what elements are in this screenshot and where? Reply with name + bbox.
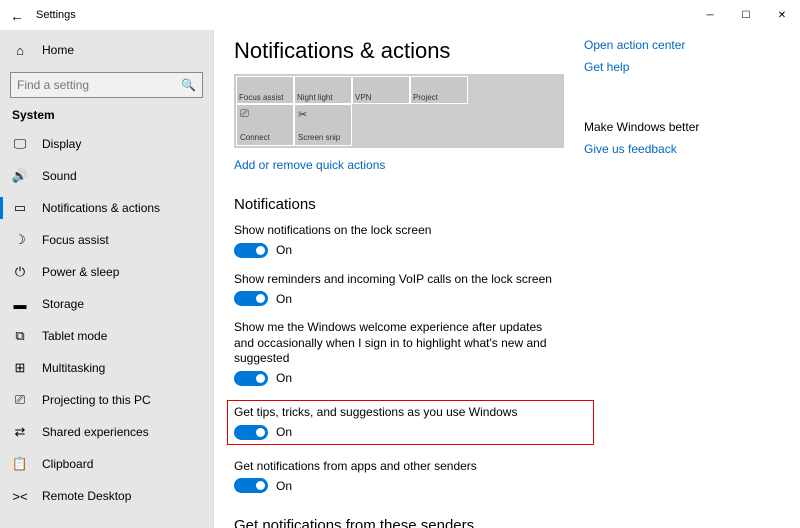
aside-header: Make Windows better [584,120,754,134]
projecting-icon: ⎚ [12,392,28,408]
qa-tile[interactable]: Focus assist [236,76,294,104]
qa-tile[interactable]: Night light [294,76,352,104]
opt-tips-tricks: Get tips, tricks, and suggestions as you… [227,400,594,445]
remote-desktop-icon: >< [12,489,28,504]
opt-label: Get notifications from apps and other se… [234,459,564,475]
close-button[interactable]: ✕ [764,0,800,30]
focus-assist-icon: ☽ [12,232,28,248]
nav-label: Focus assist [42,233,109,247]
main-column: Notifications & actions Focus assist Nig… [214,30,584,528]
nav-storage[interactable]: ▬ Storage [0,288,213,320]
nav-sound[interactable]: 🔊 Sound [0,160,213,192]
sound-icon: 🔊 [12,168,28,184]
nav-power-sleep[interactable]: ⏻ Power & sleep [0,256,213,288]
toggle-state: On [276,371,292,385]
nav-label: Power & sleep [42,265,119,279]
toggle-state: On [276,425,292,439]
nav-label: Shared experiences [42,425,149,439]
nav-label: Storage [42,297,84,311]
nav-projecting[interactable]: ⎚ Projecting to this PC [0,384,213,416]
display-icon: 🖵 [12,136,28,152]
minimize-button[interactable]: ─ [692,0,728,30]
aside: Open action center Get help Make Windows… [584,30,764,528]
link-action-center[interactable]: Open action center [584,38,754,52]
opt-lock-screen-notif: Show notifications on the lock screen On [234,223,564,258]
toggle[interactable] [234,291,268,306]
opt-label: Get tips, tricks, and suggestions as you… [234,405,587,421]
notifications-icon: ▭ [12,200,28,216]
nav-label: Notifications & actions [42,201,160,215]
tablet-icon: ⧉ [12,328,28,344]
nav-tablet-mode[interactable]: ⧉ Tablet mode [0,320,213,352]
opt-label: Show reminders and incoming VoIP calls o… [234,272,564,288]
toggle-state: On [276,479,292,493]
nav-multitasking[interactable]: ⊞ Multitasking [0,352,213,384]
clipboard-icon: 📋 [12,456,28,472]
maximize-button[interactable]: ☐ [728,0,764,30]
toggle-state: On [276,292,292,306]
back-button[interactable]: ← [10,7,30,24]
search-input[interactable] [17,78,181,92]
opt-label: Show me the Windows welcome experience a… [234,320,564,367]
window-title: Settings [36,9,76,21]
link-get-help[interactable]: Get help [584,60,754,74]
nav-label: Display [42,137,81,151]
multitasking-icon: ⊞ [12,360,28,376]
qa-tile[interactable]: Project [410,76,468,104]
notifications-header: Notifications [234,196,564,213]
nav-focus-assist[interactable]: ☽ Focus assist [0,224,213,256]
toggle[interactable] [234,425,268,440]
nav-home-label: Home [42,43,74,57]
nav-home[interactable]: ⌂ Home [0,34,213,66]
page-title: Notifications & actions [234,38,564,64]
home-icon: ⌂ [12,43,28,58]
nav-clipboard[interactable]: 📋 Clipboard [0,448,213,480]
nav-label: Remote Desktop [42,489,131,503]
nav-label: Tablet mode [42,329,107,343]
shared-icon: ⇄ [12,424,28,440]
opt-reminders-voip: Show reminders and incoming VoIP calls o… [234,272,564,307]
nav-display[interactable]: 🖵 Display [0,128,213,160]
nav-label: Multitasking [42,361,105,375]
toggle[interactable] [234,478,268,493]
qa-tile-screen-snip[interactable]: ✂Screen snip [294,104,352,146]
nav-label: Projecting to this PC [42,393,151,407]
storage-icon: ▬ [12,297,28,312]
search-box[interactable]: 🔍 [10,72,203,98]
search-icon: 🔍 [181,78,196,92]
connect-icon: ⎚ [240,108,249,121]
toggle[interactable] [234,371,268,386]
link-feedback[interactable]: Give us feedback [584,142,754,156]
nav-remote-desktop[interactable]: >< Remote Desktop [0,480,213,512]
senders-header: Get notifications from these senders [234,517,564,528]
opt-app-notifications: Get notifications from apps and other se… [234,459,564,494]
nav-notifications[interactable]: ▭ Notifications & actions [0,192,213,224]
qa-tile-connect[interactable]: ⎚Connect [236,104,294,146]
snip-icon: ✂ [298,108,307,121]
window-controls: ─ ☐ ✕ [692,0,800,30]
quick-actions-panel: Focus assist Night light VPN Project ⎚Co… [234,74,564,148]
nav-shared-experiences[interactable]: ⇄ Shared experiences [0,416,213,448]
power-icon: ⏻ [12,264,28,280]
sidebar: ⌂ Home 🔍 System 🖵 Display 🔊 Sound ▭ Notific… [0,30,214,528]
sidebar-category: System [12,108,213,122]
toggle-state: On [276,243,292,257]
quick-actions-link[interactable]: Add or remove quick actions [234,158,385,172]
shell: ⌂ Home 🔍 System 🖵 Display 🔊 Sound ▭ Notific… [0,30,800,528]
qa-tile[interactable]: VPN [352,76,410,104]
nav-label: Clipboard [42,457,93,471]
content: Notifications & actions Focus assist Nig… [214,30,800,528]
opt-label: Show notifications on the lock screen [234,223,564,239]
titlebar: ← Settings ─ ☐ ✕ [0,0,800,30]
opt-welcome-experience: Show me the Windows welcome experience a… [234,320,564,386]
nav-label: Sound [42,169,77,183]
toggle[interactable] [234,243,268,258]
